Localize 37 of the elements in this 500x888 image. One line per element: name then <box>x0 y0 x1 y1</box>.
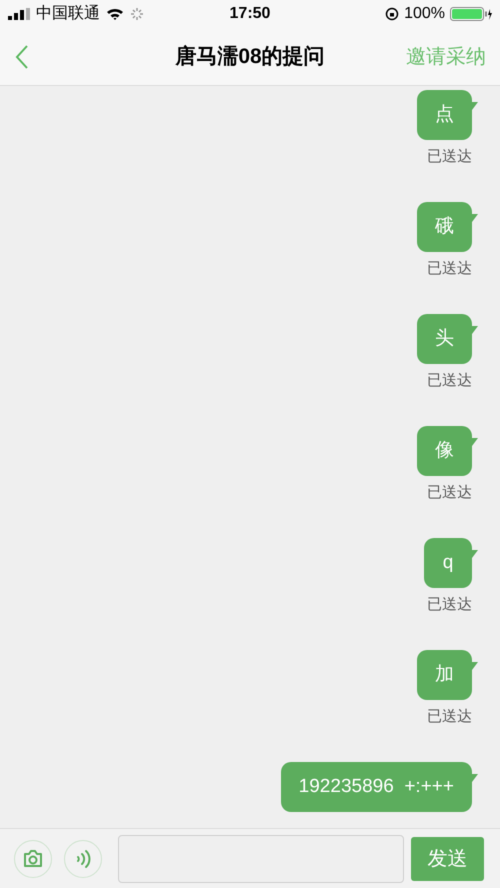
message-input[interactable] <box>118 834 404 882</box>
message-bubble: 点 <box>417 90 472 140</box>
message-bubble: 加 <box>417 650 472 700</box>
clock-time: 17:50 <box>228 4 272 24</box>
message-bubble: 192235896 +:+++ <box>280 762 472 812</box>
voice-button[interactable] <box>64 840 102 878</box>
voice-icon <box>75 848 91 868</box>
message-bubble: q <box>424 538 472 588</box>
bubble-tail-icon <box>472 326 478 334</box>
camera-button[interactable] <box>14 840 52 878</box>
camera-icon <box>23 850 43 868</box>
page-title: 唐马濡08的提问 <box>174 44 326 70</box>
battery-percent: 100% <box>404 4 445 24</box>
message-bubble: 硪 <box>417 202 472 252</box>
delivery-status: 已送达 <box>427 260 472 278</box>
wifi-icon <box>106 7 124 21</box>
loading-icon <box>130 7 144 21</box>
bubble-tail-icon <box>472 102 478 110</box>
send-button[interactable]: 发送 <box>411 836 484 880</box>
bubble-tail-icon <box>472 438 478 446</box>
invite-accept-link[interactable]: 邀请采纳 <box>386 42 486 72</box>
message-bubble: 像 <box>417 426 472 476</box>
bubble-tail-icon <box>472 214 478 222</box>
delivery-status: 已送达 <box>427 596 472 614</box>
delivery-status: 已送达 <box>427 708 472 726</box>
signal-icon <box>8 8 30 20</box>
delivery-status: 已送达 <box>427 148 472 166</box>
message-bubble: 头 <box>417 314 472 364</box>
bubble-tail-icon <box>472 774 478 782</box>
carrier-name: 中国联通 <box>36 4 100 24</box>
bubble-tail-icon <box>472 550 478 558</box>
battery-icon <box>450 7 492 21</box>
back-icon <box>14 44 30 70</box>
bubble-tail-icon <box>472 662 478 670</box>
delivery-status: 已送达 <box>427 372 472 390</box>
rotation-lock-icon <box>385 7 400 21</box>
delivery-status: 已送达 <box>427 484 472 502</box>
